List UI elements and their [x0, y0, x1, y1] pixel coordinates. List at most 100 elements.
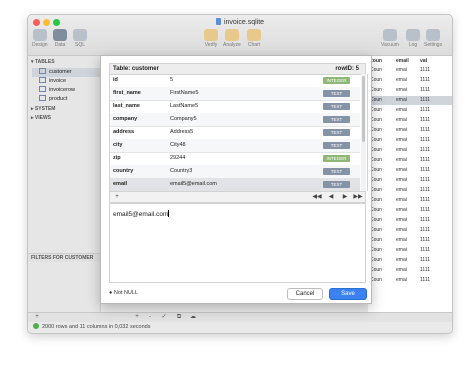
last-record-button[interactable]: ▶▶ [353, 192, 363, 202]
table-row[interactable]: Coun emai 1111 [368, 66, 452, 75]
add-field-button[interactable]: + [112, 192, 122, 202]
table-row[interactable]: Coun emai 1111 [368, 276, 452, 285]
table-row[interactable]: Coun emai 1111 [368, 246, 452, 255]
sidebar-item-invoice[interactable]: invoice [32, 77, 100, 86]
table-cell[interactable]: 1111 [420, 126, 430, 135]
column-header[interactable]: email [396, 56, 409, 66]
save-button[interactable]: Save [329, 288, 367, 300]
column-header[interactable]: vat [420, 56, 427, 66]
table-cell[interactable]: 1111 [420, 136, 430, 145]
table-cell[interactable]: 1111 [420, 196, 430, 205]
table-cell[interactable]: emai [396, 116, 407, 125]
toolbar-settings-button[interactable]: Settings [424, 29, 442, 48]
table-row[interactable]: Coun emai 1111 [368, 196, 452, 205]
table-cell[interactable]: 1111 [420, 176, 430, 185]
field-value[interactable]: email5@email.com [170, 181, 217, 187]
table-cell[interactable]: emai [396, 266, 407, 275]
table-cell[interactable]: 1111 [420, 266, 430, 275]
field-value[interactable]: 5 [170, 77, 173, 83]
table-row[interactable]: Coun emai 1111 [368, 106, 452, 115]
field-row-country[interactable]: country Country3 TEXT [110, 165, 360, 179]
field-row-company[interactable]: company Company5 TEXT [110, 113, 360, 127]
table-cell[interactable]: 1111 [420, 156, 430, 165]
table-row[interactable]: Coun emai 1111 [368, 86, 452, 95]
toolbar-design-button[interactable]: Design [32, 29, 48, 48]
table-cell[interactable]: emai [396, 186, 407, 195]
table-row[interactable]: Coun emai 1111 [368, 226, 452, 235]
table-cell[interactable]: 1111 [420, 256, 430, 265]
table-row[interactable]: Coun emai 1111 [368, 96, 452, 105]
record-scrollbar[interactable] [361, 74, 366, 191]
table-cell[interactable]: emai [396, 146, 407, 155]
field-value[interactable]: City48 [170, 142, 186, 148]
table-cell[interactable]: 1111 [420, 76, 430, 85]
add-row-button[interactable]: + [32, 313, 42, 322]
table-row[interactable]: Coun emai 1111 [368, 216, 452, 225]
table-cell[interactable]: emai [396, 176, 407, 185]
value-editor-text[interactable]: email5@email.com [113, 210, 170, 218]
field-value[interactable]: LastName5 [170, 103, 198, 109]
next-record-button[interactable]: ▶ [340, 192, 350, 202]
table-cell[interactable]: 1111 [420, 66, 430, 75]
sidebar-item-customer[interactable]: customer [32, 68, 100, 77]
table-cell[interactable]: emai [396, 66, 407, 75]
cancel-button[interactable]: Cancel [287, 288, 323, 300]
table-cell[interactable]: emai [396, 126, 407, 135]
field-row-city[interactable]: city City48 TEXT [110, 139, 360, 153]
table-cell[interactable]: emai [396, 236, 407, 245]
table-row[interactable]: Coun emai 1111 [368, 266, 452, 275]
table-cell[interactable]: emai [396, 166, 407, 175]
field-row-address[interactable]: address Address5 TEXT [110, 126, 360, 140]
table-cell[interactable]: 1111 [420, 276, 430, 285]
field-value[interactable]: 29244 [170, 155, 185, 161]
field-row-id[interactable]: id 5 INTEGER [110, 74, 360, 88]
table-row[interactable]: Coun emai 1111 [368, 76, 452, 85]
table-row[interactable]: Coun emai 1111 [368, 136, 452, 145]
table-cell[interactable]: emai [396, 96, 407, 105]
toolbar-data-button[interactable]: Data [53, 29, 67, 48]
table-cell[interactable]: emai [396, 206, 407, 215]
delete-record-button[interactable]: - [145, 313, 155, 322]
table-cell[interactable]: 1111 [420, 206, 430, 215]
views-section-header[interactable]: ▸ VIEWS [31, 115, 51, 121]
field-value[interactable]: FirstName5 [170, 90, 198, 96]
table-row[interactable]: Coun emai 1111 [368, 186, 452, 195]
table-row[interactable]: Coun emai 1111 [368, 176, 452, 185]
field-row-zip[interactable]: zip 29244 INTEGER [110, 152, 360, 166]
field-row-first_name[interactable]: first_name FirstName5 TEXT [110, 87, 360, 101]
table-cell[interactable]: emai [396, 276, 407, 285]
sidebar-item-product[interactable]: product [32, 95, 100, 104]
table-cell[interactable]: 1111 [420, 186, 430, 195]
scrollbar-thumb[interactable] [362, 76, 365, 142]
table-cell[interactable]: 1111 [420, 86, 430, 95]
add-record-button[interactable]: + [132, 313, 142, 322]
table-cell[interactable]: emai [396, 86, 407, 95]
toolbar-vacuum-button[interactable]: Vacuum [381, 29, 399, 48]
table-cell[interactable]: 1111 [420, 106, 430, 115]
field-value[interactable]: Company5 [170, 116, 197, 122]
table-row[interactable]: Coun emai 1111 [368, 116, 452, 125]
table-cell[interactable]: 1111 [420, 246, 430, 255]
system-section-header[interactable]: ▸ SYSTEM [31, 106, 55, 112]
table-cell[interactable]: emai [396, 136, 407, 145]
toolbar-verify-button[interactable]: Verify [204, 29, 218, 48]
table-cell[interactable]: emai [396, 216, 407, 225]
table-cell[interactable]: emai [396, 156, 407, 165]
edit-record-button[interactable]: ✓ [159, 313, 169, 322]
table-row[interactable]: Coun emai 1111 [368, 156, 452, 165]
table-cell[interactable]: emai [396, 76, 407, 85]
table-row[interactable]: Coun emai 1111 [368, 146, 452, 155]
toolbar-chart-button[interactable]: Chart [247, 29, 261, 48]
table-row[interactable]: Coun emai 1111 [368, 256, 452, 265]
value-editor[interactable]: email5@email.com [109, 203, 366, 283]
table-cell[interactable]: emai [396, 196, 407, 205]
table-cell[interactable]: emai [396, 226, 407, 235]
table-cell[interactable]: 1111 [420, 146, 430, 155]
table-row[interactable]: Coun emai 1111 [368, 236, 452, 245]
toolbar-sql-button[interactable]: SQL [73, 29, 87, 48]
toolbar-log-button[interactable]: Log [406, 29, 420, 48]
tables-section-header[interactable]: ▾ TABLES [31, 59, 55, 65]
duplicate-record-button[interactable]: ⧉ [174, 313, 184, 322]
table-cell[interactable]: 1111 [420, 96, 430, 105]
table-cell[interactable]: 1111 [420, 166, 430, 175]
